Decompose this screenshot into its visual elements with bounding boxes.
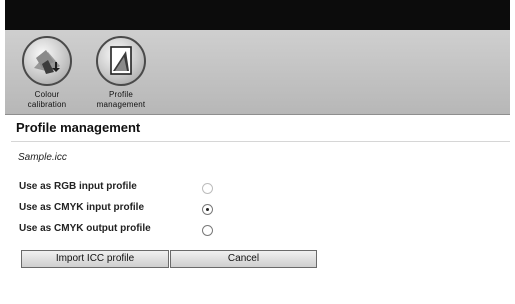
cancel-button[interactable]: Cancel <box>170 250 317 268</box>
toolbar: Colour calibration Profile management <box>5 30 510 115</box>
tool-label-line1: Profile <box>108 90 134 99</box>
rgb-input-radio[interactable] <box>202 183 213 194</box>
colour-calibration-button[interactable]: Colour calibration <box>15 36 79 109</box>
tool-label-line2: calibration <box>27 100 67 109</box>
tool-label-line2: management <box>96 100 146 109</box>
title-bar <box>5 0 510 31</box>
tool-label-line1: Colour <box>34 90 60 99</box>
cmyk-output-radio[interactable] <box>202 225 213 236</box>
option-cmyk-input: Use as CMYK input profile <box>19 202 219 218</box>
option-cmyk-output: Use as CMYK output profile <box>19 223 219 239</box>
content-area: Profile management Sample.icc Use as RGB… <box>5 115 510 304</box>
option-rgb-input: Use as RGB input profile <box>19 181 219 197</box>
cmyk-input-radio[interactable] <box>202 204 213 215</box>
app-window: Colour calibration Profile management Pr… <box>0 0 515 304</box>
option-label: Use as RGB input profile <box>19 181 137 192</box>
option-label: Use as CMYK output profile <box>19 223 151 234</box>
colour-calibration-icon <box>22 36 72 86</box>
profile-management-button[interactable]: Profile management <box>89 36 153 109</box>
option-label: Use as CMYK input profile <box>19 202 145 213</box>
import-icc-profile-button[interactable]: Import ICC profile <box>21 250 169 268</box>
profile-filename: Sample.icc <box>18 152 67 163</box>
title-divider <box>11 141 510 142</box>
page-title: Profile management <box>16 120 141 135</box>
profile-management-icon <box>96 36 146 86</box>
